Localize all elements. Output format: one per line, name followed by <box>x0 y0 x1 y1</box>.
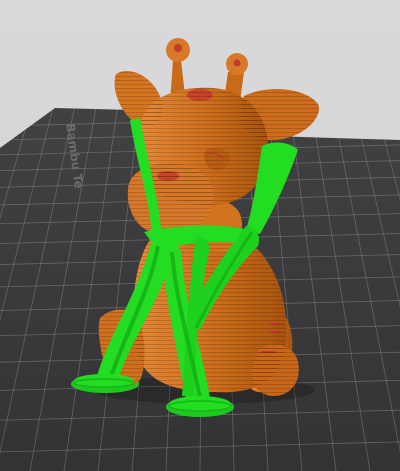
scene: Bambu Te <box>0 38 400 471</box>
3d-viewport[interactable]: Bambu Te <box>0 0 400 471</box>
